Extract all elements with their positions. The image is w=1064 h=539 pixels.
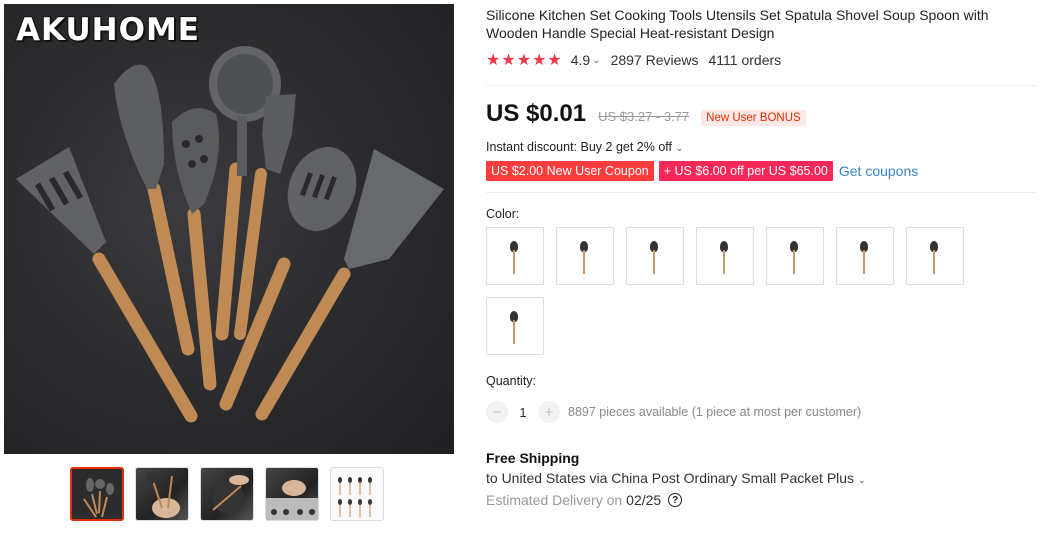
chevron-down-icon[interactable]: ⌄ (592, 55, 600, 66)
color-swatch-6[interactable] (836, 227, 894, 285)
delivery-date: 02/25 (626, 492, 662, 508)
thumbnail-2[interactable] (135, 467, 189, 521)
shipping-detail-text: to United States via China Post Ordinary… (486, 470, 855, 486)
thumbnail-utensils-image (83, 478, 114, 518)
thumbnail-5[interactable] (330, 467, 384, 521)
quantity-input[interactable] (508, 404, 538, 420)
increase-quantity-button[interactable]: + (538, 401, 560, 423)
help-icon[interactable]: ? (668, 493, 683, 507)
coupon-row: US $2.00 New User Coupon + US $6.00 off … (486, 161, 1046, 181)
quantity-label: Quantity: (486, 374, 537, 388)
color-swatch-8[interactable] (486, 297, 544, 355)
reviews-link[interactable]: 2897 Reviews (611, 52, 699, 68)
instant-discount-text: Instant discount: Buy 2 get 2% off (486, 140, 672, 154)
rating-value[interactable]: 4.9 (571, 52, 590, 68)
divider (486, 192, 1036, 193)
thumbnail-kitchen-image (266, 480, 318, 520)
estimated-delivery: Estimated Delivery on 02/25 ? (486, 492, 1046, 508)
orders-count: 4111 orders (708, 52, 782, 68)
utensils-illustration (16, 46, 444, 423)
thumbnail-hand-image (146, 472, 180, 518)
quantity-stepper: − + 8897 pieces available (1 piece at mo… (486, 401, 1046, 423)
chevron-down-icon: ⌄ (857, 475, 866, 485)
product-title: Silicone Kitchen Set Cooking Tools Utens… (486, 7, 989, 41)
thumbnail-4[interactable] (265, 467, 319, 521)
color-swatch-1[interactable] (486, 227, 544, 285)
instant-discount[interactable]: Instant discount: Buy 2 get 2% off ⌄ (486, 140, 1046, 154)
pasta-server-utensil (172, 108, 220, 391)
available-stock: 8897 pieces available (1 piece at most p… (568, 405, 862, 419)
star-rating-icon: ★★★★★ (486, 52, 563, 69)
get-coupons-link[interactable]: Get coupons (839, 163, 918, 179)
current-price: US $0.01 (486, 100, 587, 127)
original-price: US $3.27 - 3.77 (598, 109, 690, 124)
color-swatch-3[interactable] (626, 227, 684, 285)
thumbnail-lineup-image (338, 477, 372, 517)
color-label: Color: (486, 207, 520, 221)
color-swatch-7[interactable] (906, 227, 964, 285)
slotted-turner-utensil (16, 147, 198, 423)
free-shipping-title: Free Shipping (486, 450, 580, 466)
delivery-label: Estimated Delivery on (486, 492, 623, 508)
thumbnail-strip (70, 467, 384, 521)
color-swatch-2[interactable] (556, 227, 614, 285)
chevron-down-icon: ⌄ (675, 143, 684, 153)
main-product-image[interactable]: AKUHOME (4, 4, 454, 454)
divider (486, 85, 1036, 86)
new-user-bonus-badge: New User BONUS (701, 110, 806, 126)
store-coupon[interactable]: + US $6.00 off per US $65.00 (658, 161, 833, 181)
thumbnail-3[interactable] (200, 467, 254, 521)
thumbnail-pan-image (212, 475, 249, 514)
color-swatch-4[interactable] (696, 227, 754, 285)
product-info-panel: Silicone Kitchen Set Cooking Tools Utens… (486, 0, 1046, 508)
color-swatches (486, 227, 986, 355)
rating-row: ★★★★★ 4.9 ⌄ 2897 Reviews 4111 orders (486, 50, 1046, 70)
new-user-coupon[interactable]: US $2.00 New User Coupon (486, 161, 654, 181)
price-row: US $0.01 US $3.27 - 3.77 New User BONUS (486, 100, 1046, 128)
color-swatch-5[interactable] (766, 227, 824, 285)
decrease-quantity-button[interactable]: − (486, 401, 508, 423)
shipping-method[interactable]: to United States via China Post Ordinary… (486, 470, 1046, 486)
thumbnail-1[interactable] (70, 467, 124, 521)
brand-watermark: AKUHOME (15, 11, 200, 49)
